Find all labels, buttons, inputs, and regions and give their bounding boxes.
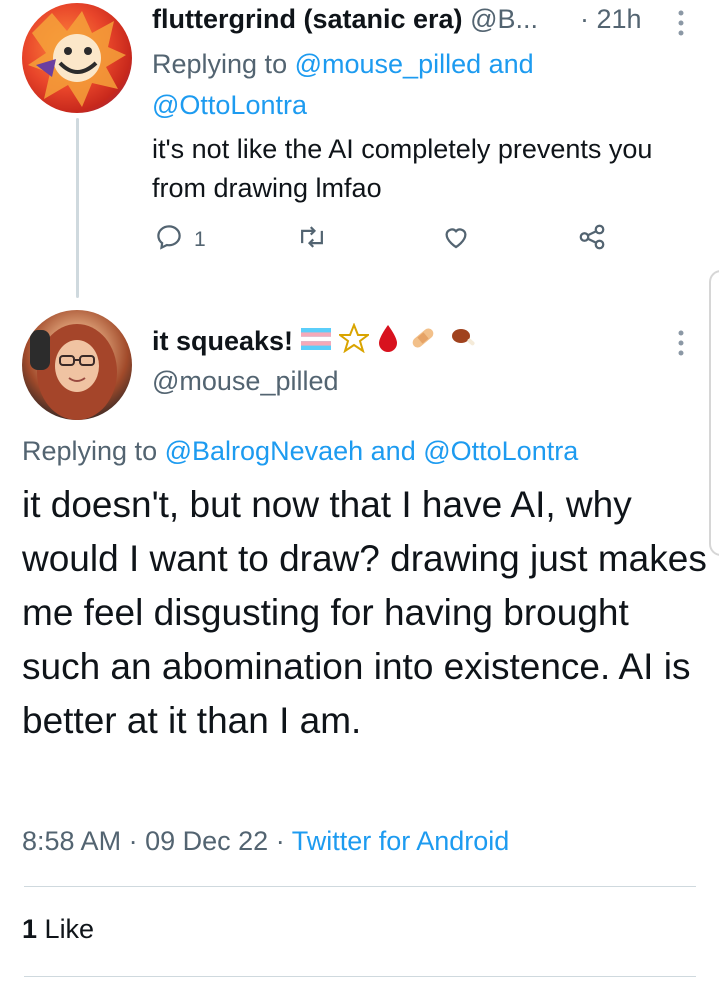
avatar-mouse-pilled[interactable] bbox=[22, 310, 132, 420]
more-icon[interactable] bbox=[676, 328, 686, 363]
tweet2-handle[interactable]: @mouse_pilled bbox=[152, 366, 339, 397]
tweet1-time[interactable]: 21h bbox=[597, 4, 642, 34]
tweet1-replying-to: Replying to @mouse_pilled and @OttoLontr… bbox=[152, 44, 672, 126]
replying-label: Replying to bbox=[22, 436, 158, 466]
reply-button[interactable]: 1 bbox=[154, 222, 206, 258]
meta-separator: · bbox=[275, 826, 285, 856]
pentagram-icon bbox=[337, 322, 372, 360]
tweet2-meta: 8:58 AM · 09 Dec 22 · Twitter for Androi… bbox=[22, 826, 509, 857]
retweet-button[interactable] bbox=[296, 222, 328, 258]
more-icon[interactable] bbox=[676, 8, 686, 43]
reply-icon bbox=[154, 222, 184, 258]
mention-and[interactable]: and bbox=[371, 436, 416, 466]
like-count: 1 bbox=[22, 914, 38, 944]
tweet1-actions: 1 bbox=[152, 222, 622, 262]
tweet2-time[interactable]: 8:58 AM bbox=[22, 826, 121, 856]
reply-count: 1 bbox=[194, 228, 206, 251]
tweet1-text: it's not like the AI completely prevents… bbox=[152, 134, 653, 203]
avatar-fluttergrind[interactable] bbox=[22, 3, 132, 113]
tweet1-author[interactable]: fluttergrind (satanic era) @B... bbox=[152, 4, 538, 35]
blood-drop-icon bbox=[377, 323, 399, 360]
tweet2-date[interactable]: 09 Dec 22 bbox=[145, 826, 268, 856]
tweet2-replying-to: Replying to @BalrogNevaeh and @OttoLontr… bbox=[22, 436, 578, 467]
share-icon bbox=[576, 222, 608, 258]
mention-link[interactable]: @mouse_pilled bbox=[295, 49, 482, 79]
time-separator: · bbox=[580, 4, 589, 34]
like-label: Like bbox=[44, 914, 95, 944]
mention-link[interactable]: @BalrogNevaeh bbox=[165, 436, 364, 466]
share-button[interactable] bbox=[576, 222, 608, 258]
tweet2-source-link[interactable]: Twitter for Android bbox=[292, 826, 510, 856]
likes-summary[interactable]: 1 Like bbox=[22, 914, 94, 945]
meta-separator: · bbox=[128, 826, 138, 856]
mention-link[interactable]: @OttoLontra bbox=[423, 436, 578, 466]
mention-link[interactable]: @OttoLontra bbox=[152, 90, 307, 120]
tweet2-author[interactable]: it squeaks! bbox=[152, 322, 479, 361]
tweet1-display-name[interactable]: fluttergrind (satanic era) bbox=[152, 4, 463, 34]
retweet-icon bbox=[296, 222, 328, 258]
tweet1-timestamp[interactable]: · 21h bbox=[580, 4, 642, 35]
tweet2-text: it doesn't, but now that I have AI, why … bbox=[22, 484, 707, 741]
like-button[interactable] bbox=[440, 222, 472, 258]
replying-label: Replying to bbox=[152, 49, 288, 79]
mention-and[interactable]: and bbox=[489, 49, 534, 79]
tweet2-display-name[interactable]: it squeaks! bbox=[152, 326, 293, 357]
divider bbox=[24, 886, 696, 887]
divider bbox=[24, 976, 696, 977]
tweet1-handle[interactable]: @B... bbox=[470, 4, 538, 34]
like-icon bbox=[440, 222, 472, 258]
bandage-icon bbox=[407, 322, 439, 361]
thread-connector-line bbox=[76, 118, 79, 298]
transgender-flag-icon bbox=[301, 326, 332, 357]
meat-icon bbox=[447, 322, 479, 361]
